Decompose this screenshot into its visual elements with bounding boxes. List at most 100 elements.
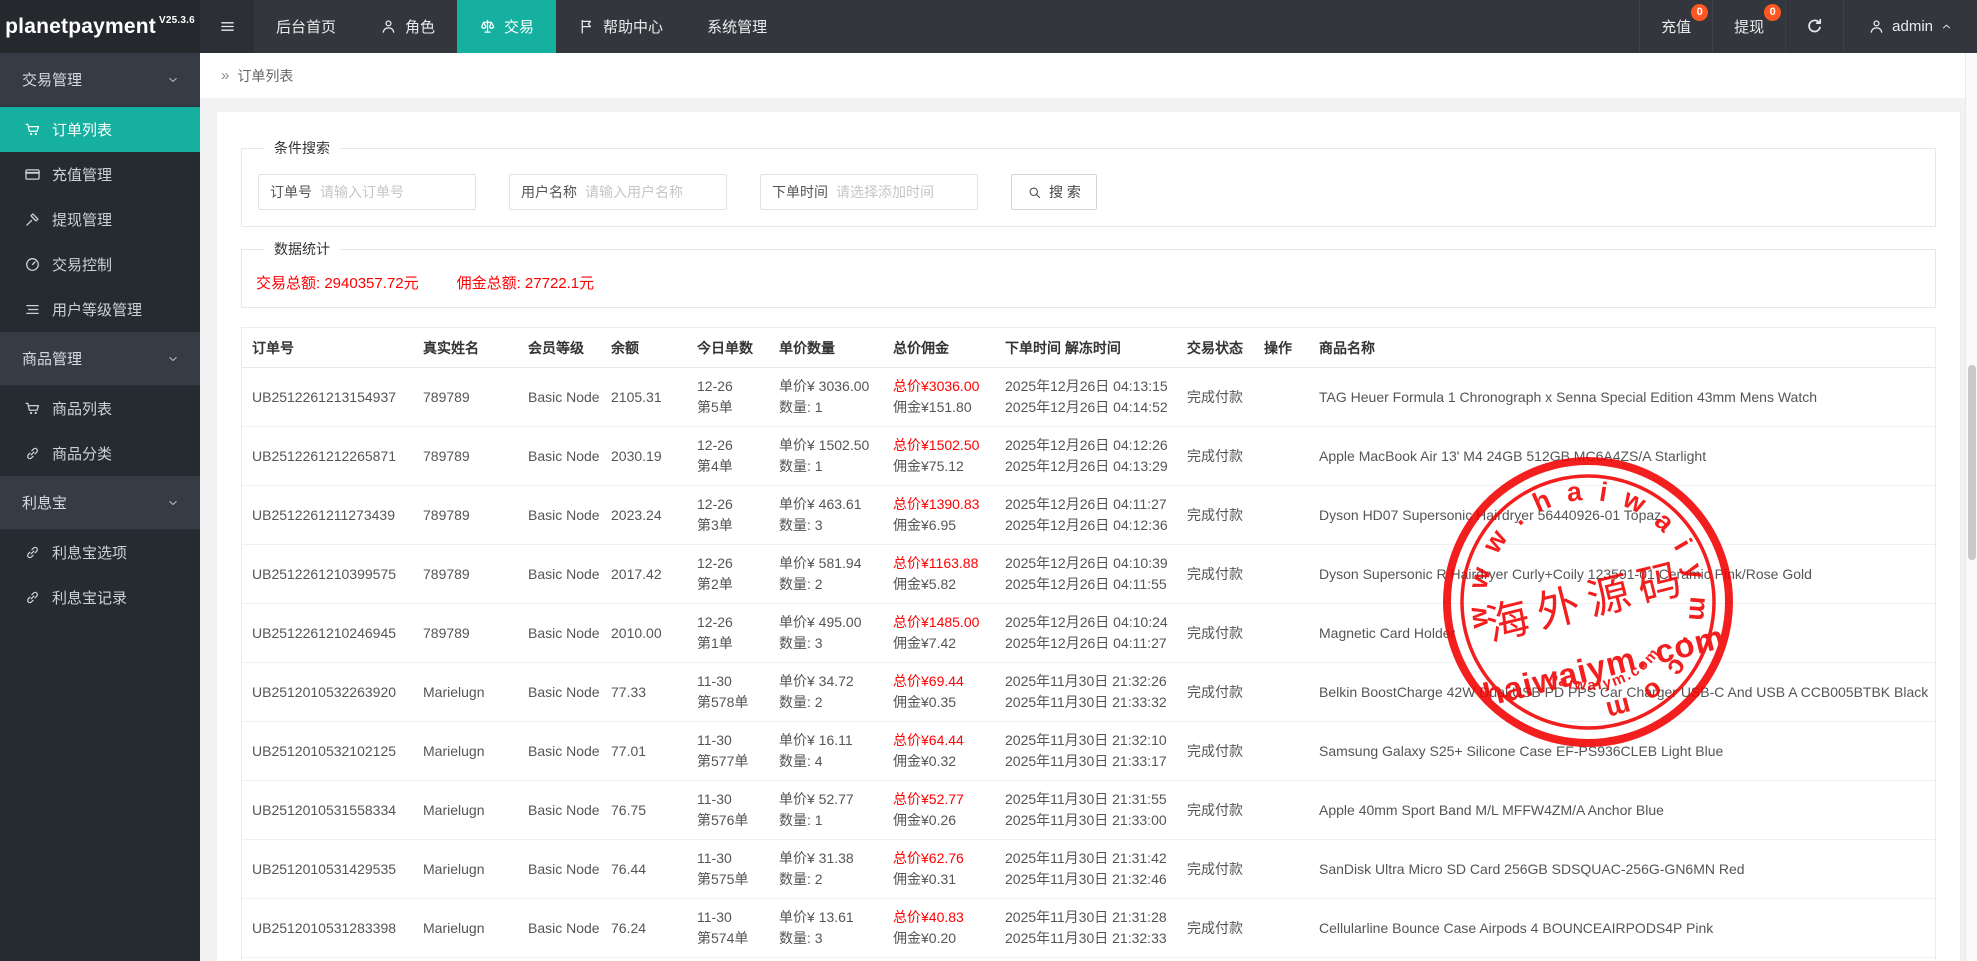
cell-level: Basic Node [518,802,601,818]
nav-item-交易[interactable]: 交易 [457,0,556,53]
chevron-down-icon [166,352,180,366]
cell-times: 2025年11月30日 21:32:102025年11月30日 21:33:17 [995,730,1177,772]
cell-order-no: UB2512010531558334 [242,802,413,818]
cell-balance: 2010.00 [601,625,687,641]
cell-status: 完成付款 [1177,800,1254,820]
gauge-icon [24,256,41,273]
sidebar-toggle-button[interactable] [200,0,254,53]
cell-price-qty: 单价¥ 581.94数量: 2 [769,553,883,595]
cell-product: SanDisk Ultra Micro SD Card 256GB SDSQUA… [1309,861,1935,877]
cell-level: Basic Node [518,448,601,464]
field-input-下单时间[interactable] [836,184,977,200]
cell-balance: 76.75 [601,802,687,818]
cell-total-commission: 总价¥69.44佣金¥0.35 [883,671,995,713]
cell-order-no: UB2512261213154937 [242,389,413,405]
quick-item-提现[interactable]: 提现0 [1712,0,1785,53]
cell-balance: 2030.19 [601,448,687,464]
sidebar-item-label: 充值管理 [52,164,112,185]
nav-item-角色[interactable]: 角色 [358,0,457,53]
cell-price-qty: 单价¥ 16.11数量: 4 [769,730,883,772]
quick-items: 充值0提现0 [1639,0,1785,53]
field-label: 用户名称 [510,182,585,202]
search-button[interactable]: 搜 索 [1011,174,1097,210]
nav-item-后台首页[interactable]: 后台首页 [254,0,358,53]
gavel-icon [24,211,41,228]
sidebar-section-利息宝[interactable]: 利息宝 [0,476,200,530]
cell-real-name: 789789 [413,507,518,523]
cell-status: 完成付款 [1177,446,1254,466]
cell-day-count: 12-26第5单 [687,376,769,418]
sidebar-item-订单列表[interactable]: 订单列表 [0,107,200,152]
cell-price-qty: 单价¥ 13.61数量: 3 [769,907,883,949]
sidebar-item-商品列表[interactable]: 商品列表 [0,386,200,431]
cell-product: Samsung Galaxy S25+ Silicone Case EF-PS9… [1309,743,1935,759]
search-fieldset: 条件搜索 订单号用户名称下单时间搜 索 [241,138,1936,227]
top-navbar: planetpaymentV25.3.6 后台首页角色交易帮助中心系统管理 充值… [0,0,1977,53]
field-input-订单号[interactable] [320,184,475,200]
table-body: UB2512261213154937 789789 Basic Node 210… [242,368,1935,961]
card-icon [24,166,41,183]
nav-item-帮助中心[interactable]: 帮助中心 [556,0,685,53]
sidebar-section-label: 交易管理 [22,69,82,90]
cell-real-name: 789789 [413,448,518,464]
cell-day-count: 11-30第577单 [687,730,769,772]
cell-day-count: 12-26第4单 [687,435,769,477]
page-scrollbar-thumb[interactable] [1968,365,1976,560]
flag-icon [578,18,595,35]
orders-table: 订单号真实姓名会员等级余额今日单数单价数量总价佣金下单时间 解冻时间交易状态操作… [241,327,1936,961]
cell-status: 完成付款 [1177,859,1254,879]
sidebar-section-交易管理[interactable]: 交易管理 [0,53,200,107]
header-cell: 会员等级 [518,338,601,358]
cell-status: 完成付款 [1177,918,1254,938]
refresh-button[interactable] [1785,0,1843,53]
field-label: 下单时间 [761,182,836,202]
cell-product: Dyson HD07 Supersonic Hairdryer 56440926… [1309,507,1935,523]
header-cell: 余额 [601,338,687,358]
quick-item-label: 充值 [1661,16,1691,37]
username: admin [1892,18,1933,35]
cell-order-no: UB2512010532102125 [242,743,413,759]
cell-balance: 77.01 [601,743,687,759]
cell-total-commission: 总价¥52.77佣金¥0.26 [883,789,995,831]
cell-balance: 76.44 [601,861,687,877]
bars-icon [24,301,41,318]
sidebar-item-利息宝选项[interactable]: 利息宝选项 [0,530,200,575]
header-cell: 下单时间 解冻时间 [995,338,1177,358]
sidebar-item-利息宝记录[interactable]: 利息宝记录 [0,575,200,620]
sidebar-item-提现管理[interactable]: 提现管理 [0,197,200,242]
cell-total-commission: 总价¥40.83佣金¥0.20 [883,907,995,949]
nav-item-系统管理[interactable]: 系统管理 [685,0,789,53]
cell-product: Magnetic Card Holder [1309,625,1935,641]
hamburger-icon [219,18,236,35]
sidebar-item-交易控制[interactable]: 交易控制 [0,242,200,287]
navbar-right: 充值0提现0 admin [1639,0,1977,53]
cell-real-name: Marielugn [413,920,518,936]
search-button-label: 搜 索 [1049,182,1081,202]
header-cell: 单价数量 [769,338,883,358]
cell-status: 完成付款 [1177,623,1254,643]
link-icon [24,589,41,606]
header-cell: 交易状态 [1177,338,1254,358]
cell-balance: 2023.24 [601,507,687,523]
brand-logo: planetpaymentV25.3.6 [0,0,200,53]
quick-item-充值[interactable]: 充值0 [1639,0,1712,53]
cell-level: Basic Node [518,743,601,759]
sidebar-item-商品分类[interactable]: 商品分类 [0,431,200,476]
user-menu[interactable]: admin [1843,0,1977,53]
table-row: UB2512010532263920 Marielugn Basic Node … [242,663,1935,722]
cell-product: Cellularline Bounce Case Airpods 4 BOUNC… [1309,920,1935,936]
cell-status: 完成付款 [1177,564,1254,584]
cart-icon [24,400,41,417]
sidebar-item-充值管理[interactable]: 充值管理 [0,152,200,197]
stats-line: 交易总额: 2940357.72元 佣金总额: 27722.1元 [254,269,1923,294]
sidebar-item-label: 订单列表 [52,119,112,140]
link-icon [24,544,41,561]
table-row: UB2512261212265871 789789 Basic Node 203… [242,427,1935,486]
sidebar-section-label: 商品管理 [22,348,82,369]
sidebar-item-用户等级管理[interactable]: 用户等级管理 [0,287,200,332]
sidebar-item-label: 提现管理 [52,209,112,230]
brand-name: planetpayment [5,15,156,39]
field-input-用户名称[interactable] [585,184,726,200]
cell-price-qty: 单价¥ 52.77数量: 1 [769,789,883,831]
sidebar-section-商品管理[interactable]: 商品管理 [0,332,200,386]
